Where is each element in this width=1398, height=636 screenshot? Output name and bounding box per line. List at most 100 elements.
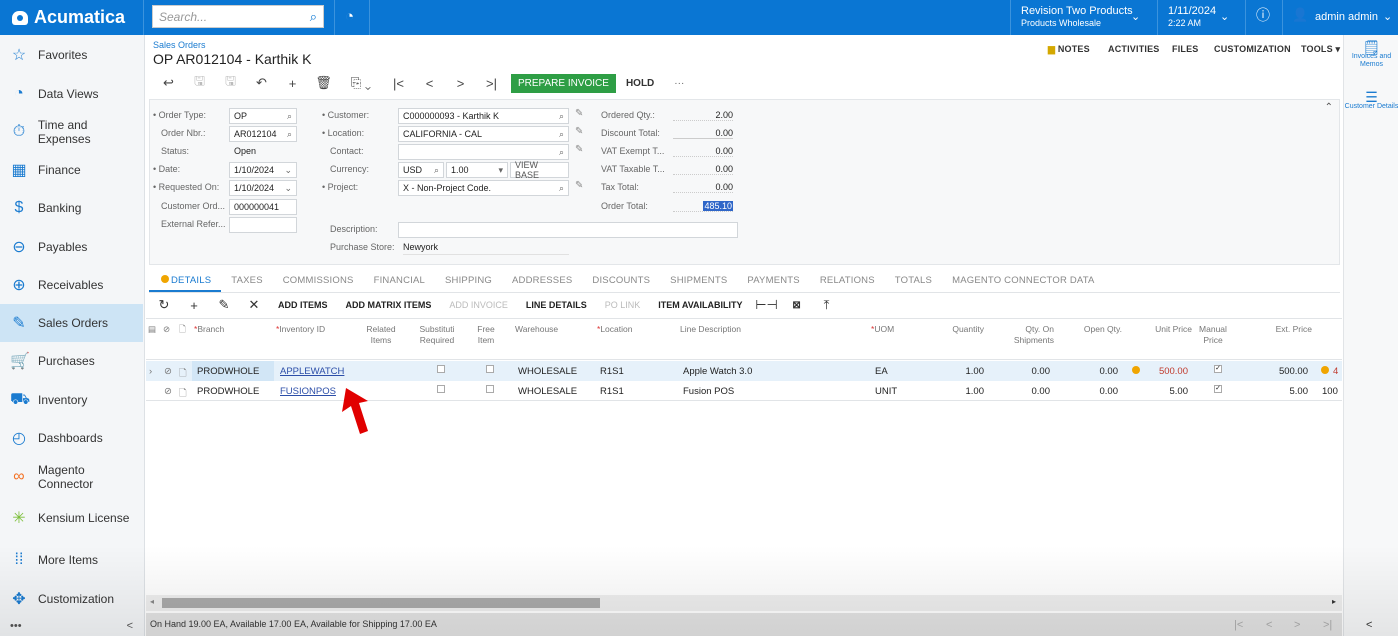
column-header-open-qty[interactable]: Open Qty. [1066, 324, 1122, 335]
column-header-ext-price[interactable]: Ext. Price [1256, 324, 1312, 335]
attachment-icon[interactable]: ⊘ [164, 386, 172, 397]
sidebar-item-more-items[interactable]: ⁞⁞ More Items [0, 541, 143, 579]
history-icon[interactable]: ◔ [345, 8, 354, 25]
sidebar-item-finance[interactable]: ▦ Finance [0, 151, 143, 189]
location-field[interactable]: CALIFORNIA - CAL ⌕ [398, 126, 569, 142]
tab-shipments[interactable]: SHIPMENTS [660, 273, 737, 292]
chevron-down-icon[interactable]: ⌄ [1131, 10, 1140, 23]
sidebar-item-payables[interactable]: ⊖ Payables [0, 228, 143, 266]
manual-price-checkbox[interactable]: ✓ [1214, 385, 1222, 393]
user-menu[interactable]: admin admin [1315, 11, 1378, 23]
copy-paste-icon[interactable]: ⎘ ⌄ [339, 75, 383, 91]
discount-total-field[interactable]: 0.00 [673, 128, 733, 139]
manual-price-checkbox[interactable]: ✓ [1214, 365, 1222, 373]
sidebar-item-favorites[interactable]: ☆ Favorites [0, 36, 143, 74]
expand-row-icon[interactable]: › [149, 366, 152, 377]
tools-button[interactable]: TOOLS ▾ [1301, 44, 1340, 55]
customer-ord-field[interactable]: 000000041 [229, 199, 297, 215]
attachment-icon[interactable]: ⊘ [164, 366, 172, 377]
column-header-free-item[interactable]: Free Item [474, 324, 498, 346]
substitute-required-checkbox[interactable] [437, 385, 445, 393]
view-base-button[interactable]: VIEW BASE [510, 160, 569, 180]
collapse-icon[interactable]: ⌃ [1325, 102, 1333, 113]
inventory-id-link[interactable]: APPLEWATCH [280, 366, 344, 377]
next-record-icon[interactable]: > [445, 76, 476, 91]
column-header-branch[interactable]: Branch [194, 324, 224, 335]
location-cell[interactable]: R1S1 [600, 386, 624, 397]
tab-financial[interactable]: FINANCIAL [364, 273, 435, 292]
breadcrumb[interactable]: Sales Orders [153, 40, 206, 50]
edit-icon[interactable]: ✎ [575, 126, 583, 137]
fit-columns-icon[interactable]: ⊢⊣ [752, 297, 782, 313]
column-header-uom[interactable]: UOM [871, 324, 894, 335]
column-header-warehouse[interactable]: Warehouse [515, 324, 558, 335]
tab-payments[interactable]: PAYMENTS [737, 273, 809, 292]
contact-field[interactable]: ⌕ [398, 144, 569, 160]
scroll-right-icon[interactable]: ▸ [1332, 597, 1336, 606]
location-cell[interactable]: R1S1 [600, 366, 624, 377]
more-actions-button[interactable]: ··· [664, 74, 694, 93]
ext-price-cell[interactable]: 500.00 [1256, 366, 1308, 377]
customer-details-button[interactable]: ☰ Customer Details [1344, 90, 1398, 111]
po-link-button[interactable]: PO LINK [596, 300, 650, 310]
unit-price-cell[interactable]: 500.00 [1136, 366, 1188, 377]
edit-icon[interactable]: ✎ [209, 297, 239, 313]
next-page-icon[interactable]: > [1294, 619, 1300, 631]
search-input[interactable]: Search... ⌕ [152, 5, 324, 28]
add-icon[interactable]: + [277, 76, 308, 91]
scrollbar-thumb[interactable] [162, 598, 600, 608]
delete-icon[interactable]: 🗑 [308, 75, 339, 91]
tab-shipping[interactable]: SHIPPING [435, 273, 502, 292]
sidebar-item-data-views[interactable]: ◔ Data Views [0, 75, 143, 113]
save-close-icon[interactable]: 🖫 [184, 72, 215, 94]
chevron-down-icon[interactable]: ⌄ [1383, 10, 1392, 23]
grid-settings-icon[interactable]: ▤ [148, 324, 156, 335]
date-selector[interactable]: 1/11/2024 2:22 AM [1168, 5, 1216, 29]
column-header-manual-price[interactable]: Manual Price [1198, 324, 1228, 346]
first-page-icon[interactable]: |< [1234, 619, 1243, 631]
add-row-icon[interactable]: + [179, 298, 209, 313]
company-selector[interactable]: Revision Two Products Products Wholesale [1021, 5, 1133, 29]
tab-details[interactable]: DETAILS [149, 273, 222, 292]
unit-price-cell[interactable]: 5.00 [1136, 386, 1189, 397]
horizontal-scrollbar[interactable]: ◂ ▸ [146, 595, 1342, 611]
add-matrix-items-button[interactable]: ADD MATRIX ITEMS [337, 300, 441, 310]
quantity-cell[interactable]: 1.00 [936, 386, 985, 397]
tab-discounts[interactable]: DISCOUNTS [582, 273, 660, 292]
column-header-related-items[interactable]: Related Items [366, 324, 396, 346]
external-ref-field[interactable] [229, 217, 297, 233]
column-header-location[interactable]: Location [597, 324, 632, 335]
customer-field[interactable]: C000000093 - Karthik K ⌕ [398, 108, 569, 124]
files-button[interactable]: FILES [1172, 44, 1199, 54]
export-excel-icon[interactable]: ⊠ [782, 300, 812, 311]
uom-cell[interactable]: EA [875, 366, 888, 377]
sidebar-item-customization[interactable]: ✥ Customization [0, 580, 143, 618]
ext-price-cell[interactable]: 5.00 [1256, 386, 1309, 397]
tab-magento-connector-data[interactable]: MAGENTO CONNECTOR DATA [942, 273, 1105, 292]
scroll-left-icon[interactable]: ◂ [150, 597, 154, 606]
tab-commissions[interactable]: COMMISSIONS [273, 273, 364, 292]
sidebar-item-dashboards[interactable]: ◴ Dashboards [0, 419, 143, 457]
invoices-and-memos-button[interactable]: 🗒 Invoices and Memos [1344, 40, 1398, 69]
sidebar-item-kensium-license[interactable]: ✳ Kensium License [0, 499, 143, 537]
more-icon[interactable]: ••• [10, 620, 22, 632]
order-type-field[interactable]: OP ⌕ [229, 108, 297, 124]
tab-taxes[interactable]: TAXES [221, 273, 272, 292]
hold-button[interactable]: HOLD [616, 74, 664, 93]
line-description-cell[interactable]: Fusion POS [683, 386, 734, 397]
customization-button[interactable]: CUSTOMIZATION [1214, 44, 1291, 54]
project-field[interactable]: X - Non-Project Code. ⌕ [398, 180, 569, 196]
free-item-checkbox[interactable] [486, 365, 494, 373]
branch-cell[interactable]: PRODWHOLE [192, 361, 274, 381]
sidebar-item-purchases[interactable]: 🛒 Purchases [0, 342, 143, 380]
chevron-down-icon[interactable]: ⌄ [1220, 10, 1229, 23]
branch-cell[interactable]: PRODWHOLE [197, 386, 259, 397]
sidebar-item-receivables[interactable]: ⊕ Receivables [0, 266, 143, 304]
sidebar-item-time-and-expenses[interactable]: ⏱ Time and Expenses [0, 113, 143, 151]
order-nbr-field[interactable]: AR012104 ⌕ [229, 126, 297, 142]
column-header-line-description[interactable]: Line Description [680, 324, 741, 335]
currency-field[interactable]: USD ⌕ [398, 162, 444, 178]
tab-totals[interactable]: TOTALS [885, 273, 942, 292]
uom-cell[interactable]: UNIT [875, 386, 897, 397]
undo-icon[interactable]: ↶ [246, 75, 277, 91]
